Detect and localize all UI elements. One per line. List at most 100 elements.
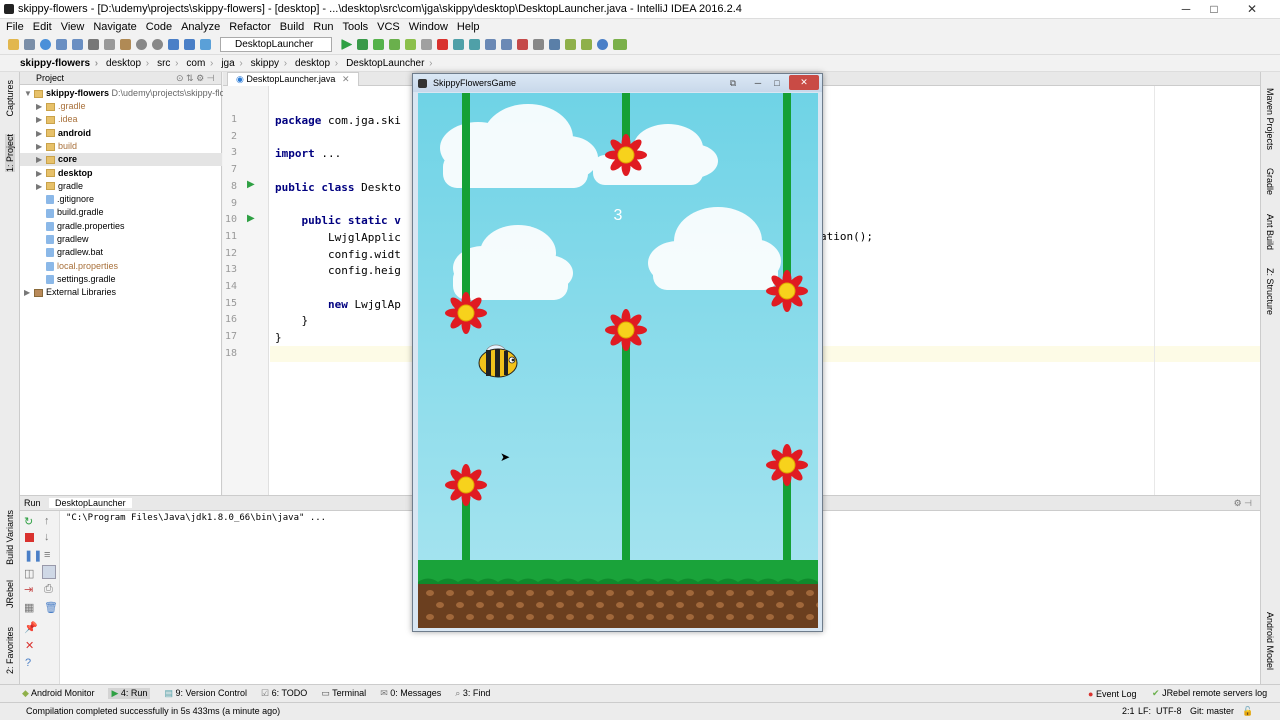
tree-item[interactable]: gradlew.bat [20,246,222,259]
editor-tab[interactable]: ◉ DesktopLauncher.java ✕ [227,72,359,86]
tool-version-control[interactable]: ▤ 9: Version Control [164,688,247,699]
pin-icon[interactable]: 📌 [24,621,38,634]
profile-icon[interactable] [389,39,401,50]
help-run-icon[interactable]: ? [25,657,31,669]
breadcrumb-item[interactable]: desktop [94,58,149,69]
breadcrumb-item[interactable]: skippy-flowers [8,58,98,69]
panel-settings-icon[interactable]: ⊙ ⇅ ⚙ ⊣ [176,73,215,84]
down-icon[interactable]: ↓ [44,531,50,543]
expand-arrow-icon[interactable]: ▶ [36,140,46,153]
exit-icon[interactable]: ⇥ [24,583,33,596]
breadcrumb-item[interactable]: jga [209,58,243,69]
tool-project[interactable]: 1: Project [5,134,15,173]
vcs-commit-icon[interactable] [469,39,481,50]
avd-manager-icon[interactable] [565,39,577,50]
make-project-icon[interactable] [200,39,211,50]
tree-item[interactable]: ▶ build [20,140,222,153]
expand-arrow-icon[interactable]: ▶ [24,286,34,299]
tree-root[interactable]: ▼ skippy-flowers D:\udemy\projects\skippy… [20,87,236,100]
caret-position[interactable]: 2:1 [1122,703,1135,720]
game-window[interactable]: SkippyFlowersGame ⧉ ─ □ ✕ 3 ➤ [412,73,823,632]
tool-find[interactable]: ⌕ 3: Find [455,688,490,699]
debug-icon[interactable] [357,39,369,50]
undo-icon[interactable] [56,39,67,50]
vcs-history-icon[interactable] [501,39,513,50]
expand-arrow-icon[interactable]: ▶ [36,167,46,180]
tree-item[interactable]: ▶ External Libraries [20,286,222,299]
tree-item[interactable]: .gitignore [20,193,222,206]
sync-icon[interactable] [40,39,51,50]
menu-run[interactable]: Run [313,21,333,33]
tool-favorites[interactable]: 2: Favorites [5,627,15,674]
run-config-tab[interactable]: DesktopLauncher [49,498,132,508]
replace-icon[interactable] [152,39,163,50]
menu-edit[interactable]: Edit [33,21,52,33]
tool-todo[interactable]: ☑ 6: TODO [261,688,307,699]
open-folder-icon[interactable] [8,39,19,50]
menu-file[interactable]: File [6,21,24,33]
tool-messages[interactable]: ✉ 0: Messages [380,688,441,699]
stop-run-icon[interactable] [25,533,34,542]
close-tab-icon[interactable]: ✕ [342,74,350,84]
expand-arrow-icon[interactable]: ▶ [36,153,46,166]
cut-icon[interactable] [88,39,99,50]
wrap-icon[interactable]: ≡ [44,549,50,561]
tool-build-variants[interactable]: Build Variants [5,510,15,565]
tree-item[interactable]: ▶ android [20,127,222,140]
breadcrumb-item[interactable]: com [174,58,213,69]
menu-build[interactable]: Build [280,21,304,33]
run-icon[interactable] [341,39,353,50]
vcs-compare-icon[interactable] [485,39,497,50]
breadcrumb-item[interactable]: DesktopLauncher [334,58,433,69]
print-icon[interactable]: ⎙ [44,583,53,596]
jrebel-debug-icon[interactable] [421,39,433,50]
lock-icon[interactable]: 🔓 [1242,703,1253,720]
up-icon[interactable]: ↑ [44,515,50,527]
close-run-icon[interactable]: ✕ [25,639,34,652]
console-output[interactable]: "C:\Program Files\Java\jdk1.8.0_66\bin\j… [66,513,326,523]
scroll-end-icon[interactable] [42,565,56,579]
breadcrumb-item[interactable]: skippy [239,58,288,69]
game-close-button[interactable]: ✕ [789,75,819,90]
tool-android-monitor[interactable]: ◆ Android Monitor [22,688,94,699]
minimize-button[interactable]: ─ [1172,0,1200,18]
tool-terminal[interactable]: ▭ Terminal [321,688,366,699]
tool-ant-build[interactable]: Ant Build [1265,214,1275,250]
clear-icon[interactable]: 🗑 [44,601,58,614]
pause-icon[interactable]: ❚❚ [24,549,42,562]
tree-item[interactable]: settings.gradle [20,273,222,286]
tree-item[interactable]: ▶ .idea [20,113,222,126]
settings-icon[interactable] [533,39,545,50]
forward-icon[interactable] [184,39,195,50]
menu-code[interactable]: Code [146,21,172,33]
tree-item[interactable]: build.gradle [20,206,222,219]
back-icon[interactable] [168,39,179,50]
coverage-icon[interactable] [373,39,385,50]
find-icon[interactable] [136,39,147,50]
tool-jrebel[interactable]: JRebel [5,580,15,608]
menu-window[interactable]: Window [409,21,448,33]
sdk-manager-icon[interactable] [581,39,593,50]
tool-event-log[interactable]: ● Event Log [1088,689,1136,699]
vcs-update-icon[interactable] [453,39,465,50]
tool-captures[interactable]: Captures [5,80,15,117]
close-button[interactable]: ✕ [1228,0,1276,18]
tree-item[interactable]: ▶ .gradle [20,100,222,113]
menu-help[interactable]: Help [457,21,480,33]
project-structure-icon[interactable] [549,39,561,50]
dump-threads-icon[interactable]: ◫ [24,567,34,580]
layout-icon[interactable]: ▦ [24,601,34,614]
tree-item[interactable]: local.properties [20,260,222,273]
expand-arrow-icon[interactable]: ▼ [24,87,34,100]
stop-icon[interactable] [437,39,449,50]
tool-jrebel-log[interactable]: ✔ JRebel remote servers log [1152,688,1267,699]
copy-icon[interactable] [104,39,115,50]
tree-item[interactable]: ▶ gradle [20,180,222,193]
tree-item[interactable]: gradle.properties [20,220,222,233]
help-icon[interactable] [597,39,609,50]
line-separator[interactable]: LF: [1138,703,1151,720]
run-gutter-icon[interactable]: ▶ [247,213,255,224]
game-canvas[interactable]: 3 ➤ [418,93,818,628]
file-encoding[interactable]: UTF-8 [1156,703,1182,720]
tree-item[interactable]: ▶ core [20,153,222,167]
